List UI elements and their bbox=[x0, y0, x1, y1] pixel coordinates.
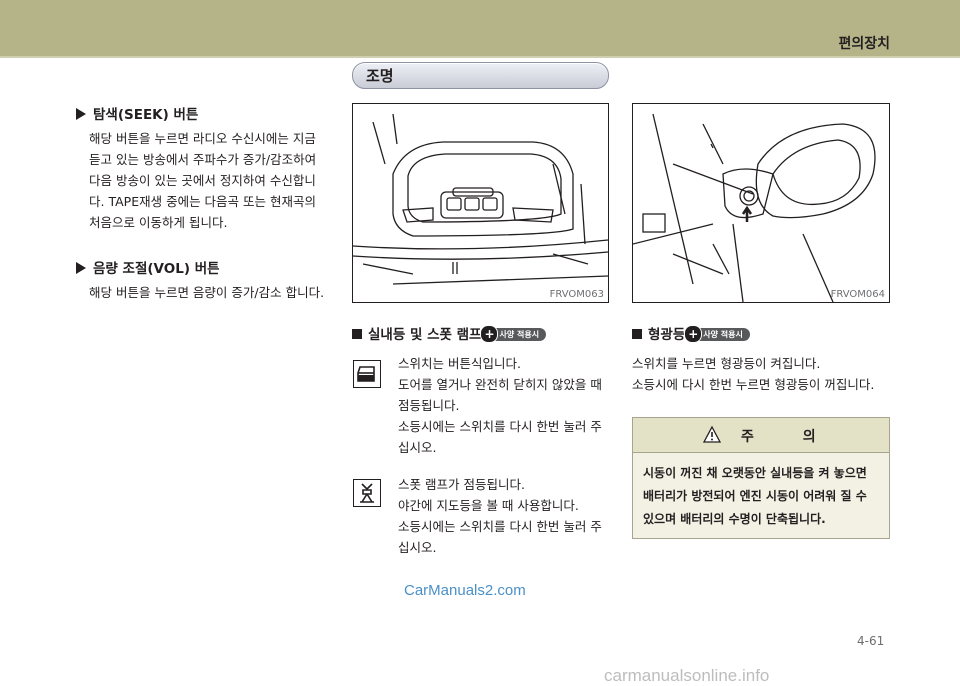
caution-line: 배터리가 방전되어 엔진 시동이 어려워 질 수 bbox=[643, 489, 867, 503]
footer-site: carmanualsonline.info bbox=[604, 666, 770, 685]
vol-heading-text: 음량 조절(VOL) 버튼 bbox=[93, 261, 220, 277]
caution-text: 시동이 꺼진 채 오랫동안 실내등을 켜 놓으면 배터리가 방전되어 엔진 시동… bbox=[643, 462, 883, 531]
caution-box: 주 의 시동이 꺼진 채 오랫동안 실내등을 켜 놓으면 배터리가 방전되어 엔… bbox=[632, 417, 890, 539]
interior-line: 십시오. bbox=[398, 440, 437, 455]
bullet-triangle-icon bbox=[76, 262, 86, 274]
spot-line: 십시오. bbox=[398, 540, 437, 555]
glow-line: 스위치를 누르면 형광등이 켜집니다. bbox=[632, 356, 821, 371]
seek-line: 처음으로 이동하게 됩니다. bbox=[89, 215, 228, 230]
topic-pill: 조명 bbox=[352, 62, 609, 89]
option-badge: + 사양 적용시 bbox=[684, 325, 750, 343]
interior-heading-text: 실내등 및 스폿 램프 bbox=[368, 327, 482, 343]
interior-line: 소등시에는 스위치를 다시 한번 눌러 주 bbox=[398, 419, 602, 434]
glow-paragraph: 스위치를 누르면 형광등이 켜집니다. 소등시에 다시 한번 누르면 형광등이 … bbox=[632, 353, 874, 395]
seek-paragraph: 해당 버튼을 누르면 라디오 수신시에는 지금 듣고 있는 방송에서 주파수가 … bbox=[89, 128, 316, 233]
spot-line: 야간에 지도등을 볼 때 사용합니다. bbox=[398, 498, 579, 513]
caution-line: 시동이 꺼진 채 오랫동안 실내등을 켜 놓으면 bbox=[643, 466, 867, 480]
bullet-triangle-icon bbox=[76, 108, 86, 120]
plus-icon: + bbox=[684, 325, 703, 343]
caution-header: 주 의 bbox=[633, 418, 889, 453]
caution-line: 있으며 배터리의 수명이 단축됩니다. bbox=[643, 512, 826, 526]
glow-line: 소등시에 다시 한번 누르면 형광등이 꺼집니다. bbox=[632, 377, 875, 392]
interior-line: 도어를 열거나 완전히 닫히지 않았을 때 bbox=[398, 377, 602, 392]
option-badge: + 사양 적용시 bbox=[480, 325, 547, 343]
header-divider bbox=[0, 56, 960, 58]
topic-title: 조명 bbox=[366, 67, 394, 85]
spot-paragraph: 스폿 램프가 점등됩니다. 야간에 지도등을 볼 때 사용합니다. 소등시에는 … bbox=[398, 474, 602, 558]
seek-line: 다음 방송이 있는 곳에서 정지하여 수신합니 bbox=[89, 173, 316, 188]
seek-line: 듣고 있는 방송에서 주파수가 증가/감조하여 bbox=[89, 152, 317, 167]
plus-icon: + bbox=[480, 325, 499, 343]
figure-glow-lamp: FRVOM064 bbox=[632, 103, 890, 303]
glow-heading: 형광등 + 사양 적용시 bbox=[632, 323, 750, 343]
interior-paragraph: 스위치는 버튼식입니다. 도어를 열거나 완전히 닫히지 않았을 때 점등됩니다… bbox=[398, 353, 602, 458]
figure-caption: FRVOM063 bbox=[549, 289, 604, 300]
seek-line: 해당 버튼을 누르면 라디오 수신시에는 지금 bbox=[89, 131, 316, 146]
door-switch-icon bbox=[353, 360, 381, 388]
interior-line: 점등됩니다. bbox=[398, 398, 460, 413]
option-badge-text: 사양 적용시 bbox=[703, 330, 743, 339]
spot-lamp-icon bbox=[353, 479, 381, 507]
warning-triangle-icon bbox=[703, 426, 721, 443]
seek-heading: 탐색(SEEK) 버튼 bbox=[76, 103, 198, 123]
figure-caption: FRVOM064 bbox=[830, 289, 885, 300]
spot-line: 소등시에는 스위치를 다시 한번 눌러 주 bbox=[398, 519, 602, 534]
section-title: 편의장치 bbox=[838, 36, 890, 52]
seek-heading-text: 탐색(SEEK) 버튼 bbox=[93, 107, 199, 123]
watermark: CarManuals2.com bbox=[404, 582, 526, 599]
header-bar bbox=[0, 0, 960, 56]
interior-line: 스위치는 버튼식입니다. bbox=[398, 356, 521, 371]
option-badge-text: 사양 적용시 bbox=[499, 330, 540, 339]
square-bullet-icon bbox=[352, 329, 362, 339]
room-lamp-illustration bbox=[353, 113, 608, 285]
vol-line: 해당 버튼을 누르면 음량이 증가/감소 합니다. bbox=[89, 285, 325, 300]
figure-room-lamp: FRVOM063 bbox=[352, 103, 609, 303]
interior-heading: 실내등 및 스폿 램프 + 사양 적용시 bbox=[352, 323, 547, 343]
glow-heading-text: 형광등 bbox=[648, 327, 686, 343]
spot-line: 스폿 램프가 점등됩니다. bbox=[398, 477, 525, 492]
vol-paragraph: 해당 버튼을 누르면 음량이 증가/감소 합니다. bbox=[89, 282, 324, 303]
vol-heading: 음량 조절(VOL) 버튼 bbox=[76, 257, 220, 277]
seek-line: 다. TAPE재생 중에는 다음곡 또는 현재곡의 bbox=[89, 194, 316, 209]
page-number: 4-61 bbox=[857, 634, 885, 648]
square-bullet-icon bbox=[632, 329, 642, 339]
glow-lamp-illustration bbox=[633, 113, 876, 302]
caution-title: 주 의 bbox=[741, 429, 838, 445]
